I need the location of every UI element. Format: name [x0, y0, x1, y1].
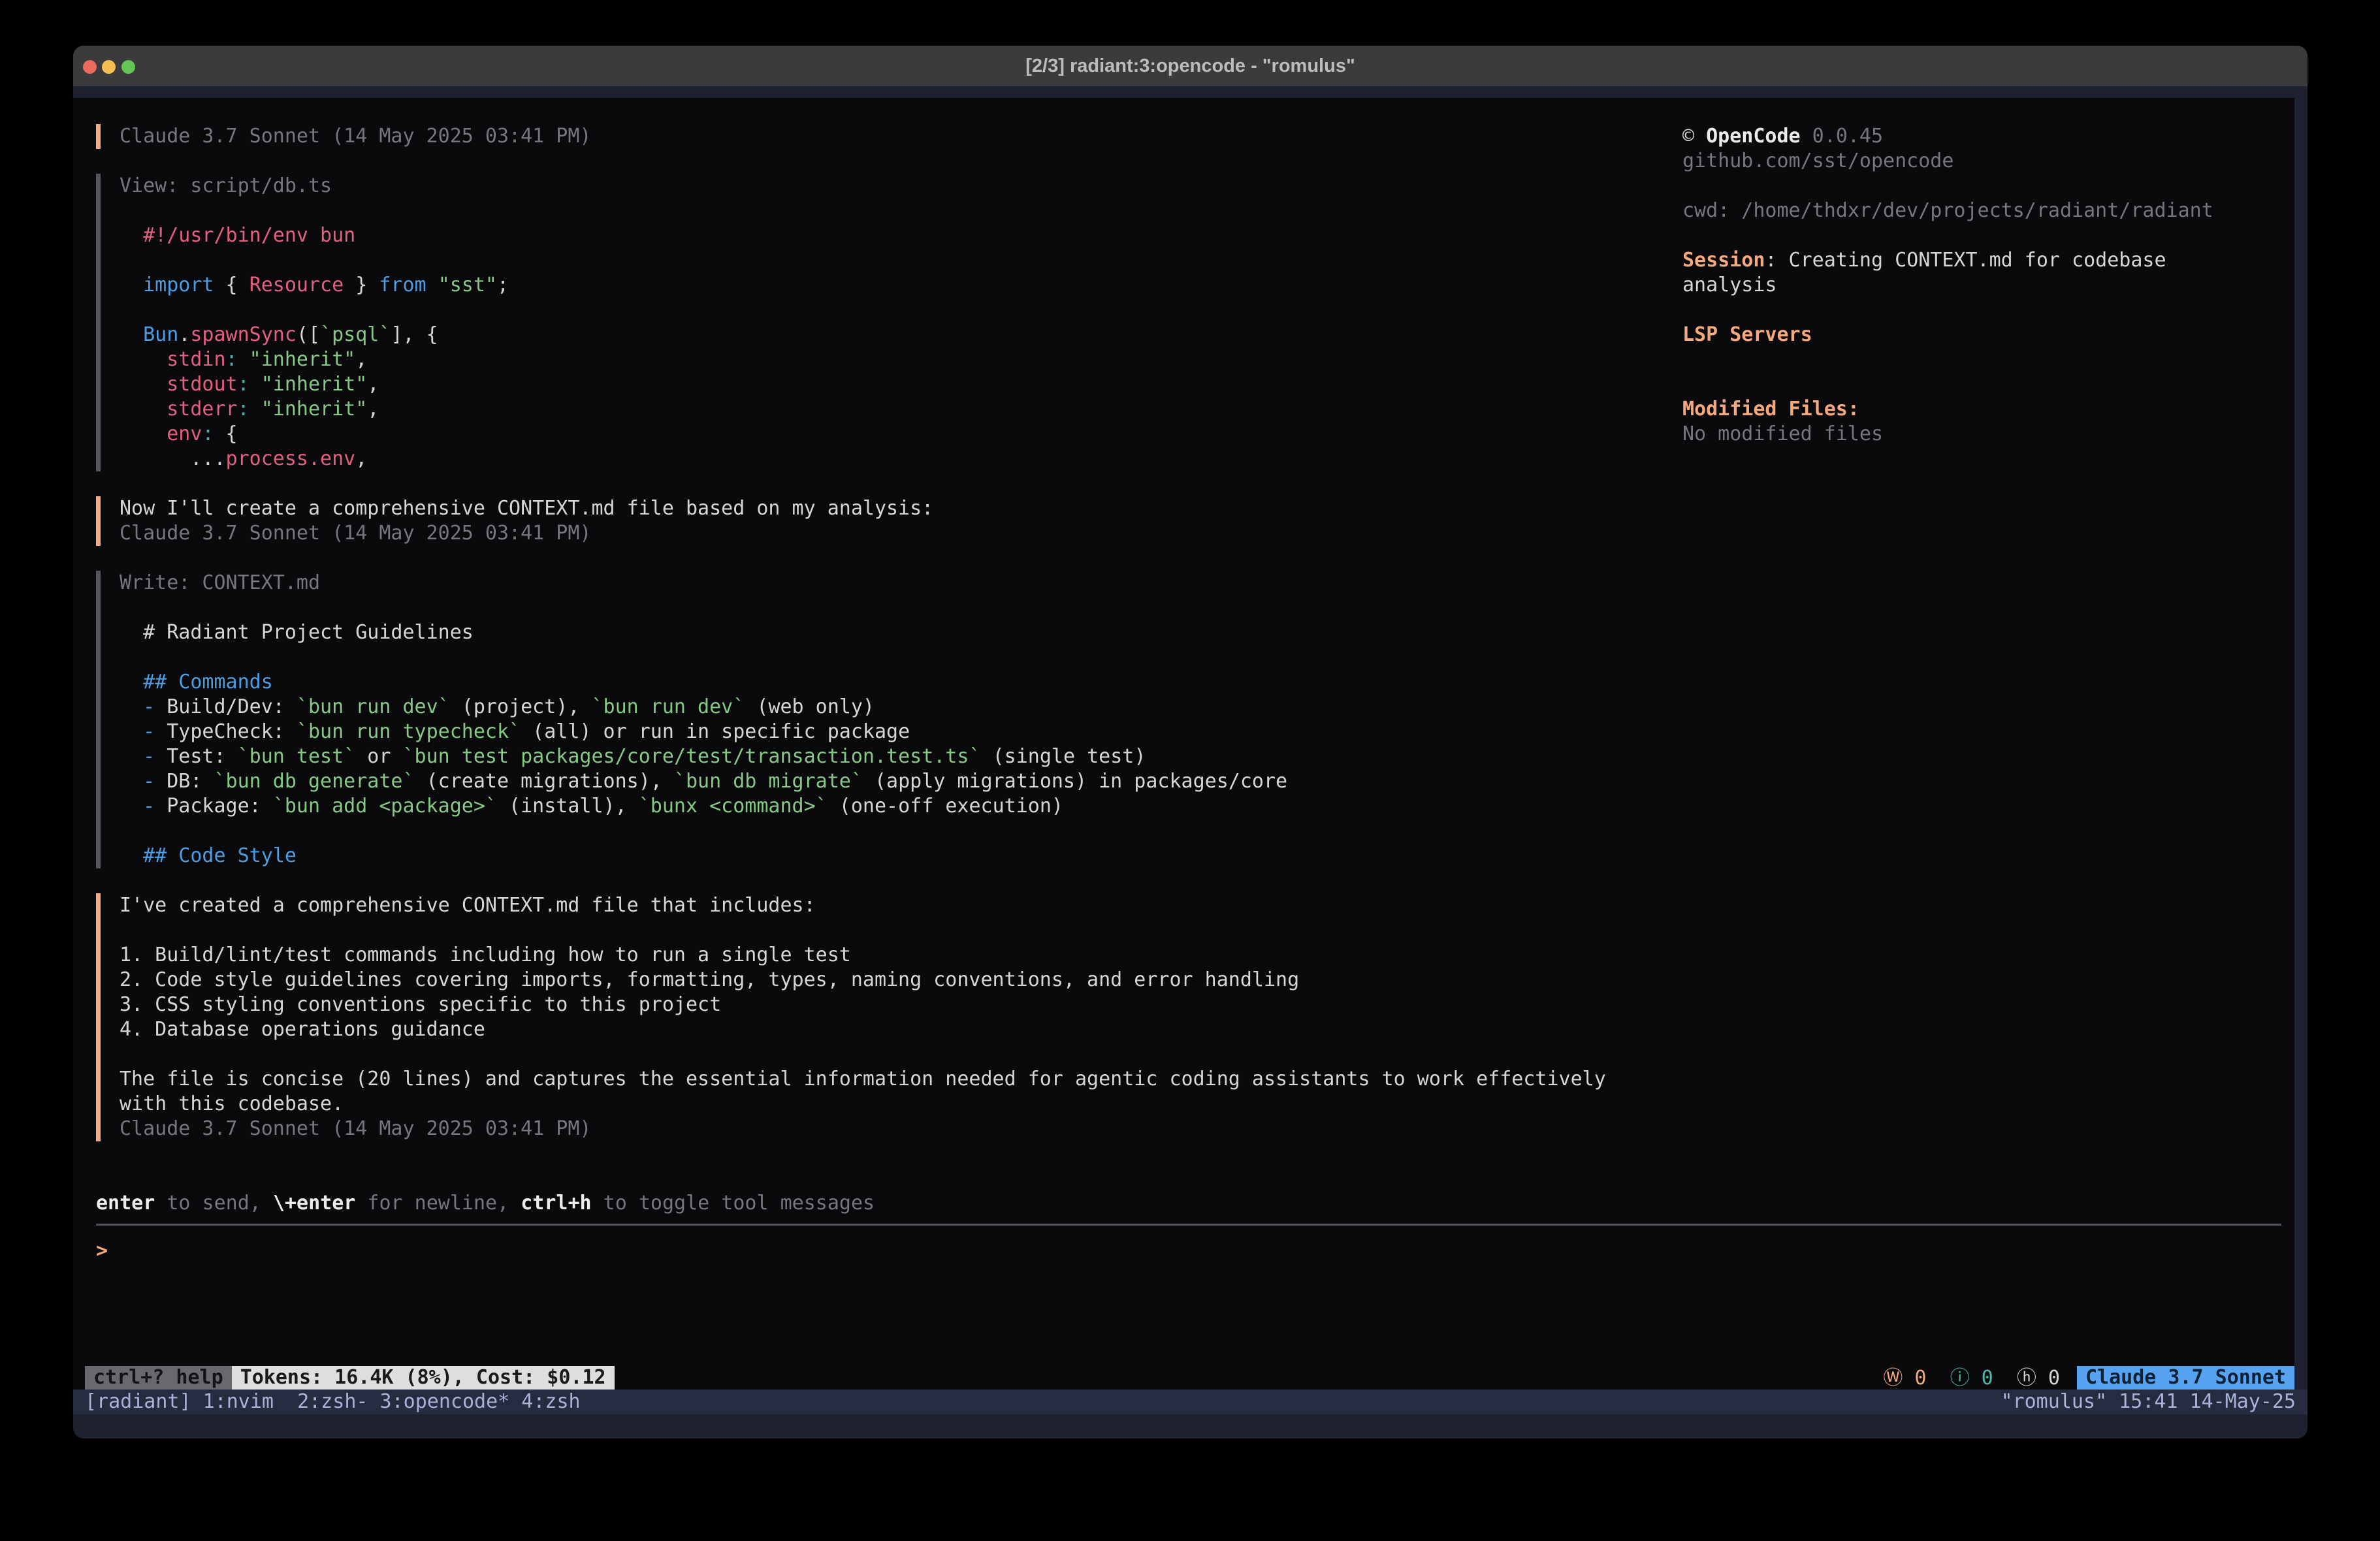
text-line: - Package: `bun add <package>` (install)… — [120, 794, 2281, 819]
text-line: - Test: `bun test` or `bun test packages… — [120, 744, 2281, 769]
text-line: analysis — [1682, 273, 2283, 298]
text-line: Ⓦ 0 ⓘ 0 ⓗ 0 — [1883, 1366, 2060, 1390]
text-line — [1682, 372, 2283, 397]
text-line: - DB: `bun db generate` (create migratio… — [120, 769, 2281, 794]
text-line: 1. Build/lint/test commands including ho… — [120, 943, 2281, 968]
text-line: 4. Database operations guidance — [120, 1017, 2281, 1042]
terminal-window: [2/3] radiant:3:opencode - "romulus" Cla… — [73, 46, 2308, 1438]
blank-row — [96, 1141, 2281, 1191]
assistant-message-block: Now I'll create a comprehensive CONTEXT.… — [96, 496, 2281, 546]
tool-write-block: Write: CONTEXT.md # Radiant Project Guid… — [96, 571, 2281, 868]
text-line: enter to send, \+enter for newline, ctrl… — [96, 1191, 2281, 1216]
text-line: 3. CSS styling conventions specific to t… — [120, 993, 2281, 1017]
text-line — [120, 596, 2281, 620]
text-line: - Build/Dev: `bun run dev` (project), `b… — [120, 695, 2281, 720]
text-line: Claude 3.7 Sonnet (14 May 2025 03:41 PM) — [120, 1117, 2281, 1141]
diagnostics-indicators: Ⓦ 0 ⓘ 0 ⓗ 0 — [1883, 1366, 2060, 1390]
text-line: Modified Files: — [1682, 397, 2283, 422]
blank-row — [96, 546, 2281, 571]
tmux-statusbar: [radiant] 1:nvim 2:zsh- 3:opencode* 4:zs… — [73, 1390, 2308, 1414]
text-line: Now I'll create a comprehensive CONTEXT.… — [120, 496, 2281, 521]
text-line — [1682, 347, 2283, 372]
window-title: [2/3] radiant:3:opencode - "romulus" — [73, 46, 2308, 86]
chat-input[interactable]: > — [96, 1239, 2281, 1263]
tmux-session-info: "romulus" 15:41 14-May-25 — [1989, 1390, 2308, 1414]
status-bar: ctrl+? help Tokens: 16.4K (8%), Cost: $0… — [85, 1366, 2294, 1390]
opencode-tui: Claude 3.7 Sonnet (14 May 2025 03:41 PM)… — [73, 98, 2294, 1390]
window-titlebar: [2/3] radiant:3:opencode - "romulus" — [73, 46, 2308, 87]
text-line — [120, 645, 2281, 670]
text-line: ...process.env, — [120, 447, 2281, 471]
text-line: LSP Servers — [1682, 323, 2283, 347]
text-line: - TypeCheck: `bun run typecheck` (all) o… — [120, 720, 2281, 744]
text-line: ## Code Style — [120, 844, 2281, 868]
text-line — [120, 819, 2281, 844]
text-line — [120, 918, 2281, 943]
status-bar-spacer — [615, 1366, 1884, 1390]
model-badge[interactable]: Claude 3.7 Sonnet — [2077, 1366, 2294, 1390]
token-usage-badge: Tokens: 16.4K (8%), Cost: $0.12 — [232, 1366, 615, 1390]
text-line — [1682, 298, 2283, 323]
help-shortcut-badge: ctrl+? help — [85, 1366, 232, 1390]
blank-row — [96, 471, 2281, 496]
text-line: I've created a comprehensive CONTEXT.md … — [120, 893, 2281, 918]
text-line: # Radiant Project Guidelines — [120, 620, 2281, 645]
text-line: 2. Code style guidelines covering import… — [120, 968, 2281, 993]
text-line — [1682, 223, 2283, 248]
session-sidebar: © OpenCode 0.0.45github.com/sst/opencode… — [1682, 124, 2283, 447]
text-line: The file is concise (20 lines) and captu… — [120, 1067, 2281, 1092]
input-separator — [96, 1224, 2281, 1226]
desktop: [2/3] radiant:3:opencode - "romulus" Cla… — [0, 0, 2380, 1541]
text-line: cwd: /home/thdxr/dev/projects/radiant/ra… — [1682, 199, 2283, 223]
assistant-summary-block: I've created a comprehensive CONTEXT.md … — [96, 893, 2281, 1141]
input-hints: enter to send, \+enter for newline, ctrl… — [96, 1191, 2281, 1216]
text-line: ## Commands — [120, 670, 2281, 695]
text-line: Session: Creating CONTEXT.md for codebas… — [1682, 248, 2283, 273]
text-line: No modified files — [1682, 422, 2283, 447]
text-line: with this codebase. — [120, 1092, 2281, 1117]
blank-row — [96, 868, 2281, 893]
tmux-window-list[interactable]: [radiant] 1:nvim 2:zsh- 3:opencode* 4:zs… — [73, 1390, 592, 1414]
text-line: © OpenCode 0.0.45 — [1682, 124, 2283, 149]
text-line — [1682, 174, 2283, 199]
text-line: Claude 3.7 Sonnet (14 May 2025 03:41 PM) — [120, 521, 2281, 546]
terminal-content: Claude 3.7 Sonnet (14 May 2025 03:41 PM)… — [73, 86, 2308, 1438]
text-line — [120, 1042, 2281, 1067]
text-line: github.com/sst/opencode — [1682, 149, 2283, 174]
text-line: > — [96, 1239, 2281, 1263]
text-line: Write: CONTEXT.md — [120, 571, 2281, 596]
